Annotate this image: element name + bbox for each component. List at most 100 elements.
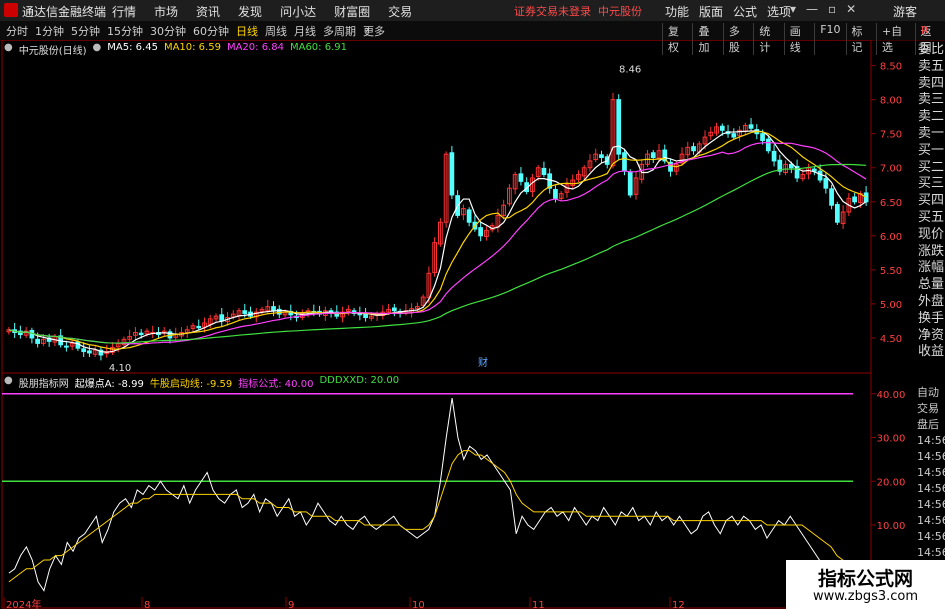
- r-badge: R: [921, 24, 929, 37]
- period-tab-7[interactable]: 周线: [265, 23, 287, 39]
- tick-item-5[interactable]: 14:56: [917, 465, 945, 481]
- candle-body: [271, 306, 276, 312]
- tick-item-9[interactable]: 14:56: [917, 529, 945, 545]
- candle-body: [731, 133, 737, 138]
- candle-body: [391, 307, 397, 312]
- period-tab-2[interactable]: 5分钟: [71, 23, 100, 39]
- settings-dot-icon[interactable]: ●: [93, 42, 102, 57]
- candle-body: [553, 189, 558, 199]
- finance-marker: 财: [478, 356, 488, 369]
- tick-item-4[interactable]: 14:56: [917, 449, 945, 465]
- right-menu-item-0[interactable]: 功能: [665, 3, 689, 20]
- side-panel-item-13[interactable]: 涨幅: [917, 260, 945, 277]
- candle-body: [627, 171, 633, 196]
- close-icon[interactable]: ✕: [846, 2, 856, 16]
- side-panel-item-16[interactable]: 换手: [917, 311, 945, 328]
- candle-body: [811, 168, 817, 172]
- side-panel-item-3[interactable]: 卖三: [917, 92, 945, 109]
- candle-body: [650, 152, 656, 159]
- main-chart-title: 中元股份(日线): [18, 46, 87, 57]
- settings-dot-icon[interactable]: ●: [4, 42, 13, 57]
- period-tab-8[interactable]: 月线: [294, 23, 316, 39]
- menu-item-1[interactable]: 市场: [154, 3, 178, 20]
- side-panel-item-15[interactable]: 外盘: [917, 294, 945, 311]
- price-tick-label: 8.00: [880, 96, 902, 107]
- guest-label[interactable]: 游客: [893, 3, 917, 20]
- period-tab-4[interactable]: 30分钟: [150, 23, 186, 39]
- tick-item-8[interactable]: 14:56: [917, 513, 945, 529]
- tick-item-6[interactable]: 14:56: [917, 481, 945, 497]
- indicator-legend-2: 指标公式: 40.00: [238, 379, 314, 390]
- ma-legend-3: MA60: 6.91: [289, 42, 347, 53]
- side-panel-item-11[interactable]: 现价: [917, 227, 945, 244]
- menu-item-2[interactable]: 资讯: [196, 3, 220, 20]
- indicator-axis: 0.0010.0020.0030.0040.00: [871, 390, 905, 576]
- menu-item-6[interactable]: 交易: [388, 3, 412, 20]
- menu-item-0[interactable]: 行情: [112, 3, 136, 20]
- candle-body: [196, 325, 202, 329]
- menu-item-3[interactable]: 发现: [238, 3, 262, 20]
- tick-item-2[interactable]: 盘后: [917, 417, 945, 433]
- side-panel-item-7[interactable]: 买二: [917, 160, 945, 177]
- side-panel-item-0[interactable]: 委比: [917, 42, 945, 59]
- tick-item-1[interactable]: 交易: [917, 401, 945, 417]
- candle-body: [852, 196, 857, 203]
- right-menu-item-2[interactable]: 公式: [733, 3, 757, 20]
- ma-legend-0: MA5: 6.45: [107, 42, 158, 53]
- tick-item-7[interactable]: 14:56: [917, 497, 945, 513]
- right-menu: 功能 版面 公式 选项: [665, 3, 791, 20]
- dropdown-icon[interactable]: ▾: [790, 2, 796, 16]
- right-menu-item-1[interactable]: 版面: [699, 3, 723, 20]
- settings-dot-icon[interactable]: ●: [4, 375, 13, 390]
- ma60-line: [8, 163, 867, 344]
- period-tab-5[interactable]: 60分钟: [193, 23, 229, 39]
- period-tab-6[interactable]: 日线: [236, 23, 258, 39]
- menu-item-4[interactable]: 问小达: [280, 3, 316, 20]
- period-tab-9[interactable]: 多周期: [323, 23, 356, 39]
- chart-area[interactable]: 4.50 5.00 5.50 6.00 6.50 7.00 7.50 8.00 8.50 8.4…: [0, 40, 945, 609]
- notice-stock-name[interactable]: 中元股份: [598, 5, 642, 18]
- main-chart-frame: [1, 40, 872, 374]
- side-panel-item-18[interactable]: 收益: [917, 344, 945, 361]
- candle-body: [81, 348, 87, 353]
- tick-item-3[interactable]: 14:56: [917, 433, 945, 449]
- price-tick-label: 7.50: [880, 130, 902, 141]
- candle-body: [829, 188, 834, 206]
- maximize-icon[interactable]: ▫: [828, 2, 836, 16]
- menu-item-5[interactable]: 财富圈: [334, 3, 370, 20]
- tick-item-0[interactable]: 自动: [917, 385, 945, 401]
- candle-body: [765, 138, 771, 152]
- side-panel-item-9[interactable]: 买四: [917, 193, 945, 210]
- ma-legend-2: MA20: 6.84: [226, 42, 284, 53]
- indicator-frame-rect: [1, 372, 872, 609]
- candle-body: [823, 178, 829, 189]
- side-panel-item-10[interactable]: 买五: [917, 210, 945, 227]
- notice-text[interactable]: 证券交易未登录: [514, 5, 591, 18]
- price-tick-label: 5.00: [880, 300, 902, 311]
- side-panel-item-5[interactable]: 卖一: [917, 126, 945, 143]
- side-panel-item-8[interactable]: 买三: [917, 176, 945, 193]
- side-panel-item-12[interactable]: 涨跌: [917, 244, 945, 261]
- period-tab-3[interactable]: 15分钟: [107, 23, 143, 39]
- watermark: 指标公式网 www.zbgs3.com: [786, 560, 945, 609]
- side-panel-item-1[interactable]: 卖五: [917, 59, 945, 76]
- side-panel-item-14[interactable]: 总量: [917, 277, 945, 294]
- more-chevron-icon[interactable]: ›: [365, 23, 369, 36]
- ma-legend-items: MA5: 6.45 MA10: 6.59 MA20: 6.84 MA60: 6.91: [107, 42, 347, 57]
- side-panel-item-4[interactable]: 卖二: [917, 109, 945, 126]
- side-panel-item-17[interactable]: 净资: [917, 328, 945, 345]
- candle-body: [622, 152, 627, 172]
- date-tick-label: 9: [288, 600, 294, 609]
- indicator-legend-items: 起爆点A: -8.99 牛股启动线: -9.59 指标公式: 40.00 DDDXXD…: [75, 375, 399, 390]
- tick-item-10[interactable]: 14:56: [917, 545, 945, 561]
- side-panel-item-6[interactable]: 买一: [917, 143, 945, 160]
- side-panel-item-2[interactable]: 卖四: [917, 76, 945, 93]
- period-tab-1[interactable]: 1分钟: [35, 23, 64, 39]
- trade-login-notice[interactable]: 证券交易未登录 中元股份: [514, 3, 642, 19]
- candle-body: [719, 125, 725, 131]
- app-logo-icon: [4, 3, 18, 17]
- period-tab-0[interactable]: 分时: [6, 23, 28, 39]
- right-menu-item-3[interactable]: 选项: [767, 3, 791, 20]
- indicator-frame: [1, 40, 872, 609]
- minimize-icon[interactable]: —: [806, 2, 818, 16]
